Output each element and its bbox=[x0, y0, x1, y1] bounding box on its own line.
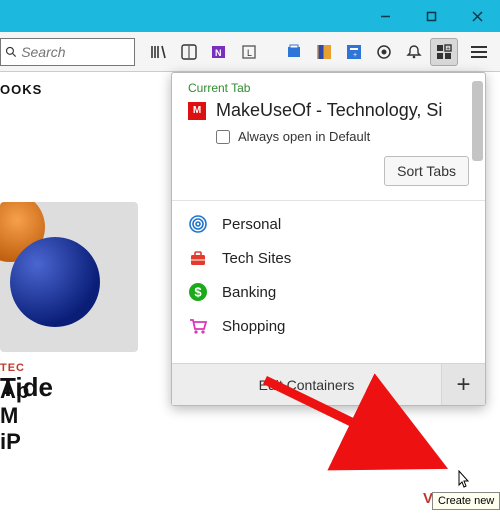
window-restore-button[interactable] bbox=[408, 0, 454, 32]
separator bbox=[172, 200, 485, 201]
current-tab-label: Current Tab bbox=[172, 73, 485, 97]
container-label: Tech Sites bbox=[222, 250, 291, 267]
window-close-button[interactable] bbox=[454, 0, 500, 32]
briefcase-icon bbox=[188, 248, 208, 268]
library-icon[interactable] bbox=[145, 38, 173, 66]
addon-icon[interactable] bbox=[370, 38, 398, 66]
always-open-label: Always open in Default bbox=[238, 129, 370, 144]
sidebar-icon[interactable] bbox=[310, 38, 338, 66]
svg-text:N: N bbox=[215, 48, 222, 58]
onenote-icon[interactable]: N bbox=[205, 38, 233, 66]
create-new-tooltip: Create new bbox=[432, 492, 500, 510]
plus-icon: + bbox=[456, 371, 470, 399]
container-item-shopping[interactable]: Shopping bbox=[172, 309, 485, 343]
svg-text:$: $ bbox=[194, 285, 202, 300]
search-input[interactable] bbox=[21, 44, 130, 60]
tab-favicon: M bbox=[188, 102, 206, 120]
container-item-tech-sites[interactable]: Tech Sites bbox=[172, 241, 485, 275]
cart-icon bbox=[188, 316, 208, 336]
mouse-cursor-icon bbox=[455, 470, 473, 492]
notify-icon[interactable] bbox=[400, 38, 428, 66]
svg-text:+: + bbox=[446, 45, 450, 52]
section-heading: OOKS bbox=[0, 82, 42, 97]
reader-mode-icon[interactable]: + bbox=[340, 38, 368, 66]
article-thumbnail[interactable] bbox=[0, 202, 138, 352]
search-icon bbox=[5, 45, 17, 59]
svg-text:L: L bbox=[247, 48, 252, 58]
fingerprint-icon bbox=[188, 214, 208, 234]
dollar-icon: $ bbox=[188, 282, 208, 302]
current-tab-title: MakeUseOf - Technology, Si bbox=[216, 100, 469, 121]
container-label: Personal bbox=[222, 216, 281, 233]
browser-toolbar: N L + + bbox=[0, 32, 500, 72]
create-container-button[interactable]: + bbox=[441, 364, 485, 405]
clip-icon[interactable] bbox=[280, 38, 308, 66]
container-item-personal[interactable]: Personal bbox=[172, 207, 485, 241]
svg-text:+: + bbox=[353, 52, 357, 59]
container-label: Shopping bbox=[222, 318, 285, 335]
search-box[interactable] bbox=[0, 38, 135, 66]
popup-scrollbar[interactable] bbox=[472, 81, 483, 161]
container-item-banking[interactable]: $ Banking bbox=[172, 275, 485, 309]
window-minimize-button[interactable] bbox=[362, 0, 408, 32]
headline-fragment: Tide bbox=[0, 372, 53, 403]
always-open-checkbox[interactable] bbox=[216, 130, 230, 144]
pocket-icon[interactable]: L bbox=[235, 38, 263, 66]
containers-popup: Current Tab M MakeUseOf - Technology, Si… bbox=[171, 72, 486, 406]
current-tab-row[interactable]: M MakeUseOf - Technology, Si bbox=[172, 97, 485, 127]
window-title-bar bbox=[0, 0, 500, 32]
menu-button[interactable] bbox=[464, 37, 494, 67]
reader-view-icon[interactable] bbox=[175, 38, 203, 66]
always-open-row[interactable]: Always open in Default bbox=[172, 127, 485, 156]
edit-containers-button[interactable]: Edit Containers bbox=[172, 364, 441, 405]
container-label: Banking bbox=[222, 284, 276, 301]
sort-tabs-button[interactable]: Sort Tabs bbox=[384, 156, 469, 186]
containers-toolbar-button[interactable]: + bbox=[430, 38, 458, 66]
